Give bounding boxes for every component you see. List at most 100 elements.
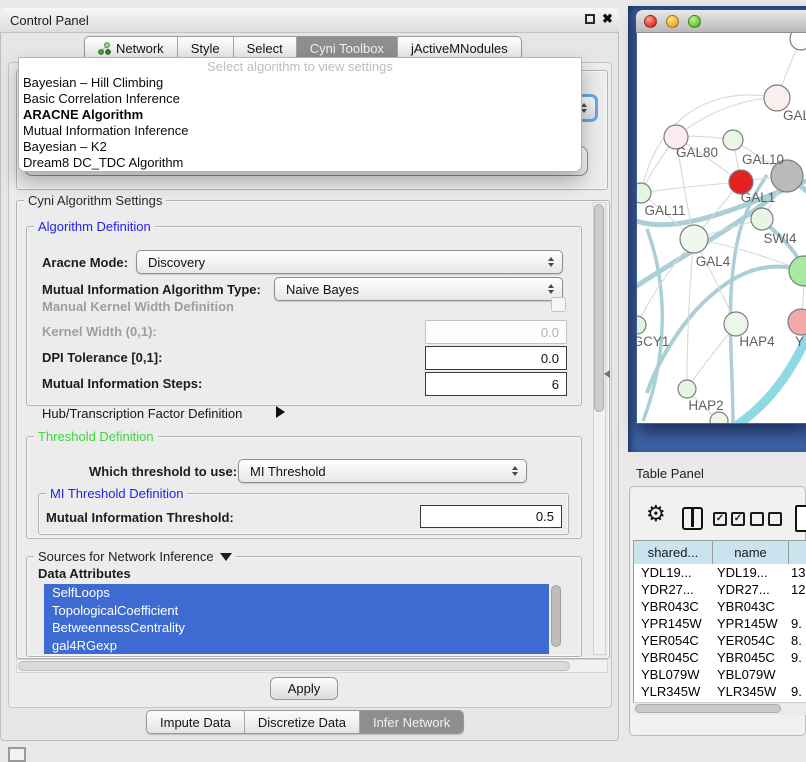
list-item[interactable]: SelfLoops (44, 584, 549, 602)
table-row[interactable]: YDL19...YDL19...13 (634, 564, 806, 581)
network-canvas[interactable]: GAL GAL80 GAL10 GAL1 GAL11 SWI4 GAL4 GCY… (637, 33, 806, 423)
aracne-mode-value: Discovery (148, 255, 205, 270)
mi-threshold-value: 0.5 (536, 509, 554, 524)
node-gal11[interactable] (637, 183, 651, 203)
manual-kernel-checkbox[interactable] (551, 297, 566, 312)
algorithm-option[interactable]: Dream8 DC_TDC Algorithm (19, 155, 581, 171)
dpi-tolerance-field[interactable]: 0.0 (425, 346, 567, 370)
tab-select[interactable]: Select (233, 37, 296, 59)
node-gal10[interactable] (723, 130, 743, 150)
node-gcy1[interactable] (637, 316, 646, 334)
algorithm-popup-hint: Select algorithm to view settings (19, 58, 581, 75)
network-window-titlebar[interactable] (636, 10, 806, 33)
node-gal4[interactable] (680, 225, 708, 253)
algorithm-option[interactable]: Mutual Information Inference (19, 123, 581, 139)
kernel-width-field[interactable]: 0.0 (425, 320, 567, 344)
splitpane-collapse-icon[interactable] (604, 370, 610, 378)
table-row[interactable]: YLR345WYLR345W9. (634, 683, 806, 700)
mi-type-combobox[interactable]: Naive Bayes (274, 277, 563, 301)
node[interactable] (710, 412, 728, 423)
tab-style[interactable]: Style (177, 37, 233, 59)
deselect-all-icon[interactable] (750, 512, 782, 526)
node-hap2[interactable] (678, 380, 696, 398)
data-attributes-list[interactable]: SelfLoops TopologicalCoefficient Between… (44, 584, 549, 654)
tab-cyni-toolbox[interactable]: Cyni Toolbox (296, 37, 397, 59)
float-window-icon[interactable] (585, 14, 595, 24)
edge (641, 95, 777, 193)
settings-hscrollbar-thumb[interactable] (18, 661, 570, 671)
table-row[interactable]: YDR27...YDR27...12 (634, 581, 806, 598)
mi-threshold-field[interactable]: 0.5 (420, 505, 562, 528)
hub-definition-toggle[interactable]: Hub/Transcription Factor Definition (42, 406, 242, 421)
list-item[interactable]: gal4RGexp (44, 637, 549, 655)
tab-network[interactable]: Network (85, 37, 177, 59)
algorithm-dropdown-popup: Select algorithm to view settings Bayesi… (18, 57, 582, 172)
table-row[interactable]: YPR145WYPR145W9. (634, 615, 806, 632)
dpi-tolerance-value: 0.0 (541, 351, 559, 366)
node-label: SWI4 (763, 231, 796, 246)
mi-steps-label: Mutual Information Steps: (42, 376, 202, 391)
zoom-traffic-light[interactable] (688, 15, 701, 28)
mi-steps-field[interactable]: 6 (425, 372, 567, 396)
settings-scrollbar-thumb[interactable] (594, 204, 604, 412)
column-header-shared-name[interactable]: shared... (634, 541, 713, 564)
cyni-settings-title: Cyni Algorithm Settings (24, 193, 166, 208)
tab-discretize-data[interactable]: Discretize Data (244, 711, 359, 733)
tab-infer-network[interactable]: Infer Network (359, 711, 463, 733)
node-label: GAL10 (742, 152, 784, 167)
apply-button[interactable]: Apply (270, 677, 338, 700)
attributes-scrollbar-thumb[interactable] (551, 585, 561, 647)
node-label: HAP2 (688, 398, 723, 413)
mi-type-label: Mutual Information Algorithm Type: (42, 282, 261, 297)
table-row[interactable]: YER054CYER054C8. (634, 632, 806, 649)
network-graph: GAL GAL80 GAL10 GAL1 GAL11 SWI4 GAL4 GCY… (637, 33, 806, 423)
node-hap4[interactable] (724, 312, 748, 336)
combo-arrows-icon (512, 466, 518, 476)
collapse-down-icon[interactable] (220, 553, 232, 561)
table-panel-title: Table Panel (636, 466, 704, 481)
close-icon[interactable]: ✖ (602, 11, 613, 27)
combo-arrows-icon (548, 257, 554, 267)
kernel-width-value: 0.0 (541, 325, 559, 340)
algorithm-option[interactable]: Basic Correlation Inference (19, 91, 581, 107)
minimize-traffic-light[interactable] (666, 15, 679, 28)
close-traffic-light[interactable] (644, 15, 657, 28)
select-all-icon[interactable]: ✓✓ (713, 512, 745, 526)
node-swi4[interactable] (751, 208, 773, 230)
table-row[interactable]: YBR045CYBR045C9. (634, 649, 806, 666)
which-threshold-label: Which threshold to use: (89, 464, 237, 479)
table-row[interactable]: YBR043CYBR043C (634, 598, 806, 615)
algorithm-option-selected[interactable]: ARACNE Algorithm (19, 107, 581, 123)
tab-impute-data[interactable]: Impute Data (147, 711, 244, 733)
column-header-cut[interactable] (789, 541, 806, 564)
threshold-definition-title: Threshold Definition (34, 429, 158, 444)
algorithm-option[interactable]: Bayesian – K2 (19, 139, 581, 155)
list-item[interactable]: BetweennessCentrality (44, 619, 549, 637)
list-item[interactable]: TopologicalCoefficient (44, 602, 549, 620)
node-label: Y (795, 334, 804, 349)
file-icon[interactable] (795, 505, 806, 532)
node-label: GCY1 (637, 334, 669, 349)
mi-steps-value: 6 (552, 377, 559, 392)
algorithm-option[interactable]: Bayesian – Hill Climbing (19, 75, 581, 91)
tab-network-label: Network (116, 41, 164, 56)
node-label: GAL (783, 108, 806, 123)
table-hscrollbar-thumb[interactable] (635, 704, 781, 713)
aracne-mode-combobox[interactable]: Discovery (136, 250, 563, 274)
node[interactable] (788, 309, 806, 335)
minimized-panel-icon[interactable] (8, 747, 26, 762)
node[interactable] (790, 33, 806, 50)
which-threshold-combobox[interactable]: MI Threshold (238, 459, 527, 483)
tab-jactivemnodules[interactable]: jActiveMNodules (397, 37, 521, 59)
sources-title-wrap: Sources for Network Inference (34, 549, 236, 564)
expand-right-icon[interactable] (276, 406, 285, 418)
mi-threshold-label: Mutual Information Threshold: (46, 510, 234, 525)
node-label: HAP4 (739, 334, 775, 349)
column-header-name[interactable]: name (713, 541, 789, 564)
table-header: shared... name (633, 540, 806, 565)
sources-title[interactable]: Sources for Network Inference (38, 549, 214, 564)
table-row[interactable]: YBL079WYBL079W (634, 666, 806, 683)
gear-icon[interactable]: ⚙ (646, 503, 666, 525)
split-columns-icon[interactable] (682, 507, 703, 530)
node[interactable] (789, 256, 806, 286)
